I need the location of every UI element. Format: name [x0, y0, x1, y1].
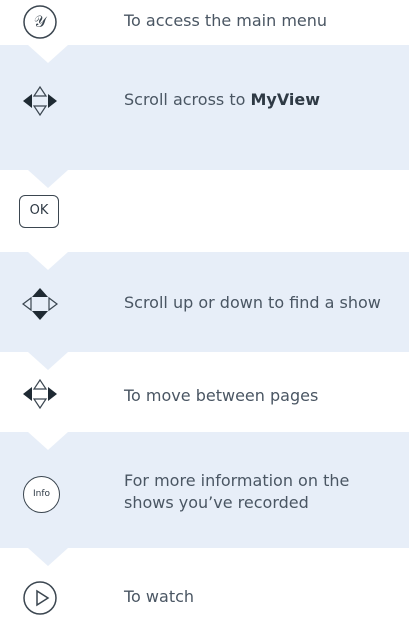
step-2-text-prefix: Scroll across to — [124, 90, 251, 109]
step-3: OK — [0, 170, 409, 252]
step-4: Scroll up or down to find a show — [0, 252, 409, 352]
step-7: To watch — [0, 548, 409, 623]
step-6: Info For more information on the shows y… — [0, 432, 409, 548]
step-2-text: Scroll across to MyView — [124, 89, 320, 111]
step-5-notch — [28, 352, 68, 370]
menu-y-icon[interactable]: 𝒴 — [15, 0, 65, 47]
step-6-text: For more information on the shows you’ve… — [124, 471, 350, 512]
info-button-icon[interactable]: Info — [23, 476, 60, 513]
step-2: Scroll across to MyView — [0, 45, 409, 170]
step-5: To move between pages — [0, 352, 409, 432]
ok-button-icon[interactable]: OK — [19, 195, 59, 228]
svg-text:𝒴: 𝒴 — [34, 12, 48, 31]
play-button-icon[interactable] — [15, 573, 65, 623]
step-7-notch — [28, 548, 68, 566]
step-5-text: To move between pages — [124, 386, 319, 405]
step-2-text-bold: MyView — [250, 90, 321, 109]
dpad-left-right-active-icon[interactable] — [15, 369, 65, 419]
step-4-text: Scroll up or down to find a show — [124, 293, 381, 312]
dpad-up-down-active-icon[interactable] — [15, 279, 65, 329]
step-1: 𝒴 To access the main menu — [0, 0, 409, 45]
step-7-text: To watch — [124, 587, 195, 606]
step-4-notch — [28, 252, 68, 270]
step-2-notch — [28, 45, 68, 63]
step-6-notch — [28, 432, 68, 450]
step-3-notch — [28, 170, 68, 188]
dpad-left-right-active-icon[interactable] — [15, 76, 65, 126]
step-1-text: To access the main menu — [124, 11, 328, 30]
